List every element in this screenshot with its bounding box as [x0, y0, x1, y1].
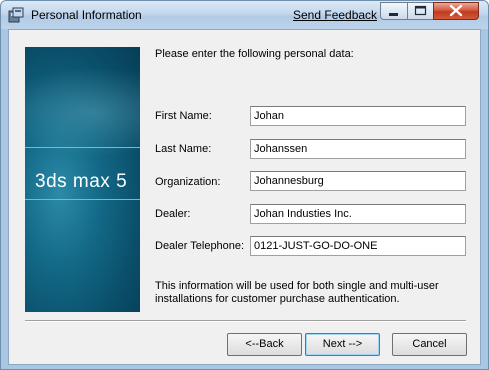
product-banner: 3ds max 5	[25, 47, 140, 312]
separator	[25, 320, 466, 322]
product-logo: 3ds max 5	[35, 171, 128, 192]
purpose-note: This information will be used for both s…	[155, 280, 439, 305]
cancel-button[interactable]: Cancel	[392, 333, 467, 356]
dialog-body: 3ds max 5 Please enter the following per…	[8, 29, 481, 365]
dealer-label: Dealer:	[155, 208, 191, 220]
minimize-icon	[389, 13, 398, 16]
maximize-button[interactable]	[407, 2, 434, 20]
organization-field[interactable]	[250, 171, 466, 191]
back-button[interactable]: <--Back	[227, 333, 302, 356]
dealer-telephone-label: Dealer Telephone:	[155, 240, 245, 252]
banner-divider	[25, 199, 140, 200]
intro-text: Please enter the following personal data…	[155, 48, 354, 60]
next-button[interactable]: Next -->	[305, 333, 380, 356]
maximize-icon	[414, 5, 427, 16]
title-bar[interactable]: Personal Information Send Feedback	[1, 1, 488, 29]
close-icon	[449, 4, 463, 17]
last-name-field[interactable]	[250, 139, 466, 159]
installer-icon	[8, 7, 24, 23]
organization-label: Organization:	[155, 176, 221, 188]
last-name-label: Last Name:	[155, 143, 212, 155]
send-feedback-link[interactable]: Send Feedback	[293, 8, 377, 22]
installer-window: Personal Information Send Feedback 3ds m…	[0, 0, 489, 370]
dealer-field[interactable]	[250, 204, 466, 224]
close-button[interactable]	[433, 2, 479, 20]
first-name-field[interactable]	[250, 106, 466, 126]
dealer-telephone-field[interactable]	[250, 236, 466, 256]
banner-divider	[25, 147, 140, 148]
minimize-button[interactable]	[380, 2, 408, 20]
window-title: Personal Information	[31, 8, 142, 22]
first-name-label: First Name:	[155, 110, 212, 122]
